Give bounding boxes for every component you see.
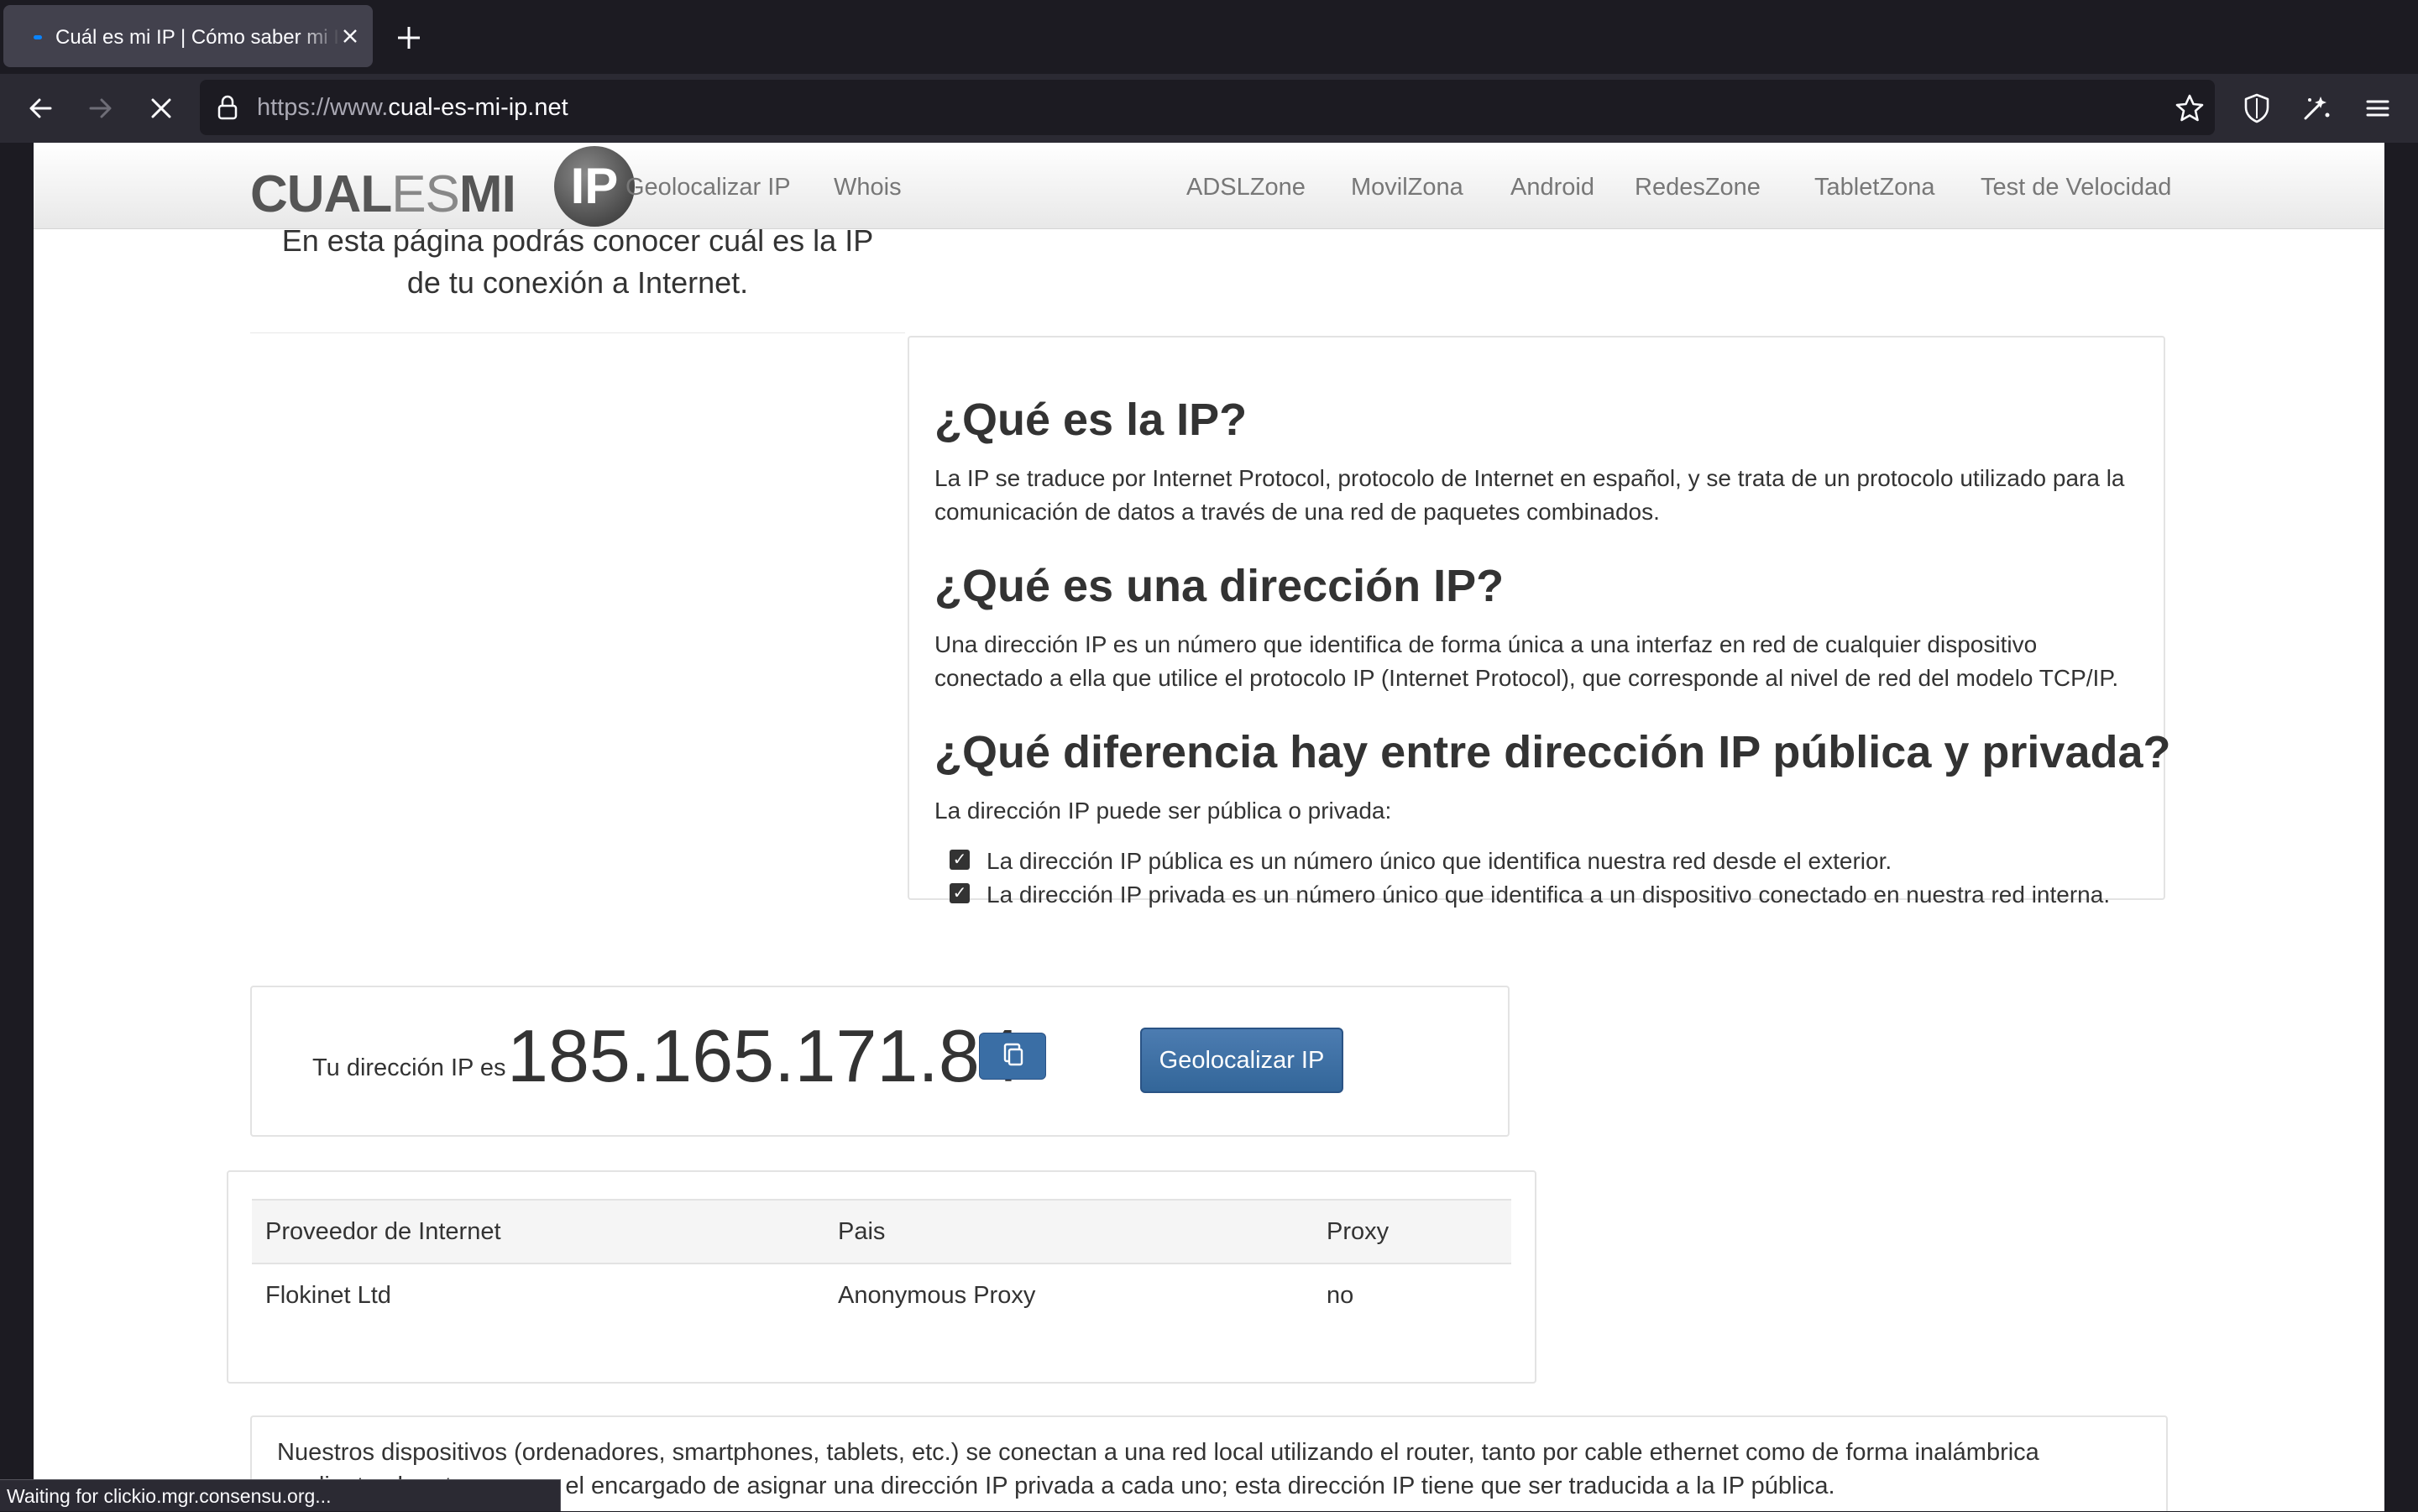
- list-item-publica: ✓ La dirección IP pública es un número ún…: [950, 845, 1892, 878]
- column-header-proveedor: Proveedor de Internet: [252, 1199, 824, 1264]
- browser-tab-active[interactable]: Cuál es mi IP | Cómo saber mi IP: [3, 5, 373, 67]
- site-logo[interactable]: CUALESMI IP: [250, 146, 636, 227]
- url-text[interactable]: https://www.cual-es-mi-ip.net: [257, 92, 568, 123]
- shield-icon[interactable]: [2238, 90, 2275, 127]
- page-viewport: CUALESMI IP Geolocalizar IP Whois ADSLZo…: [34, 143, 2384, 1511]
- url-bar[interactable]: https://www.cual-es-mi-ip.net: [200, 80, 2215, 135]
- bookmark-star-icon[interactable]: [2171, 90, 2208, 127]
- tab-title: Cuál es mi IP | Cómo saber mi IP: [55, 26, 341, 49]
- nav-link-test-velocidad[interactable]: Test de Velocidad: [1981, 173, 2171, 201]
- column-header-pais: Pais: [824, 1199, 1313, 1264]
- copy-ip-button[interactable]: [979, 1033, 1046, 1080]
- site-header: CUALESMI IP Geolocalizar IP Whois ADSLZo…: [34, 143, 2384, 229]
- heading-publica-privada: ¿Qué diferencia hay entre dirección IP p…: [934, 727, 2171, 777]
- heading-direccion-ip: ¿Qué es una dirección IP?: [934, 561, 1505, 611]
- heading-que-es-ip: ¿Qué es la IP?: [934, 395, 1248, 445]
- ip-details-panel: Proveedor de Internet Pais Proxy Flokine…: [227, 1170, 1536, 1384]
- hamburger-menu-icon[interactable]: [2359, 90, 2396, 127]
- table-row: Flokinet Ltd Anonymous Proxy no: [252, 1263, 1511, 1326]
- column-header-proxy: Proxy: [1313, 1199, 1511, 1264]
- nav-link-redeszone[interactable]: RedesZone: [1635, 173, 1761, 201]
- cell-pais: Anonymous Proxy: [838, 1281, 1036, 1309]
- copy-icon: [1003, 1043, 1023, 1066]
- logo-ip-badge: IP: [554, 146, 635, 227]
- nav-link-adslzone[interactable]: ADSLZone: [1186, 173, 1306, 201]
- close-tab-icon[interactable]: [336, 22, 364, 50]
- ip-label: Tu dirección IP es: [312, 1054, 506, 1081]
- navigation-toolbar: https://www.cual-es-mi-ip.net: [0, 74, 2418, 143]
- nav-link-geolocalizar[interactable]: Geolocalizar IP: [625, 173, 791, 201]
- divider: [250, 332, 905, 333]
- ip-address-box: Tu dirección IP es 185.165.171.84 Geoloc…: [250, 986, 1510, 1137]
- hero-description: En esta página podrás conocer cuál es la…: [267, 220, 888, 304]
- ip-info-panel: ¿Qué es la IP? La IP se traduce por Inte…: [908, 336, 2170, 908]
- extension-icon[interactable]: [2297, 90, 2334, 127]
- lock-icon[interactable]: [213, 93, 242, 122]
- cell-proveedor: Flokinet Ltd: [265, 1281, 391, 1309]
- geolocalizar-ip-button[interactable]: Geolocalizar IP: [1140, 1028, 1343, 1093]
- nav-link-tabletzona[interactable]: TabletZona: [1814, 173, 1935, 201]
- nav-link-whois[interactable]: Whois: [834, 173, 902, 201]
- stop-loading-icon[interactable]: [143, 90, 180, 127]
- table-header-row: Proveedor de Internet Pais Proxy: [252, 1199, 1511, 1264]
- ip-address-value: 185.165.171.84: [507, 1014, 1021, 1097]
- tab-loading-icon: [34, 35, 42, 39]
- url-prefix: https://www.: [257, 94, 389, 121]
- tab-strip: Cuál es mi IP | Cómo saber mi IP: [0, 0, 2418, 74]
- checkbox-checked-icon: ✓: [950, 882, 970, 903]
- list-item-privada: ✓ La dirección IP privada es un número ún…: [950, 878, 2110, 912]
- checkbox-checked-icon: ✓: [950, 849, 970, 870]
- nav-link-movilzona[interactable]: MovilZona: [1351, 173, 1463, 201]
- cell-proxy: no: [1327, 1281, 1354, 1309]
- logo-text: CUALESMI: [250, 165, 516, 223]
- paragraph-direccion-ip: Una dirección IP es un número que identi…: [934, 631, 2119, 691]
- paragraph-que-es-ip: La IP se traduce por Internet Protocol, …: [934, 465, 2125, 525]
- ip-details-table: Proveedor de Internet Pais Proxy Flokine…: [252, 1199, 1511, 1326]
- forward-arrow-icon[interactable]: [82, 90, 119, 127]
- hero-line-2: de tu conexión a Internet.: [406, 265, 749, 300]
- url-domain: cual-es-mi-ip.net: [388, 94, 568, 121]
- back-arrow-icon[interactable]: [22, 90, 59, 127]
- paragraph-publica-privada: La dirección IP puede ser pública o priv…: [934, 798, 1392, 824]
- new-tab-plus-icon[interactable]: [391, 20, 427, 55]
- status-bar: Waiting for clickio.mgr.consensu.org...: [0, 1479, 561, 1511]
- nav-link-android[interactable]: Android: [1510, 173, 1594, 201]
